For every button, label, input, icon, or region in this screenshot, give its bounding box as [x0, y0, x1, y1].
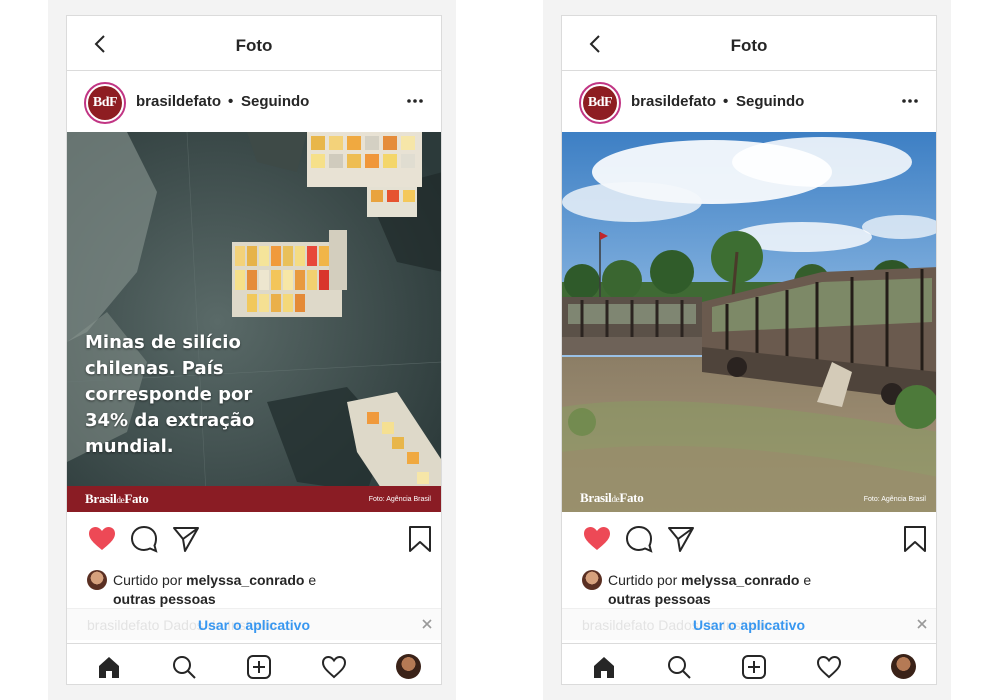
- follow-status-button[interactable]: Seguindo: [241, 93, 309, 110]
- photo-credit: Foto: Agência Brasil: [368, 496, 431, 503]
- phone-right: Foto BdF brasildefato • Seguindo Brasild…: [561, 15, 937, 685]
- likes-line: Curtido por melyssa_conrado e: [608, 572, 812, 588]
- avatar-text: BdF: [88, 86, 122, 120]
- top-nav: Foto: [562, 16, 936, 71]
- action-bar: [562, 524, 936, 564]
- top-nav: Foto: [67, 16, 441, 71]
- brand-bar: BrasildeFato Foto: Agência Brasil: [67, 486, 441, 512]
- bottom-tab-bar: [562, 643, 936, 684]
- bookmark-icon[interactable]: [900, 524, 930, 554]
- profile-icon[interactable]: [891, 654, 916, 679]
- heart-icon[interactable]: [582, 524, 612, 554]
- use-app-link[interactable]: Usar o aplicativo: [67, 617, 441, 633]
- brand-logo: BrasildeFato: [85, 491, 149, 506]
- liker-username[interactable]: melyssa_conrado: [681, 572, 799, 588]
- photo-credit: Foto: Agência Brasil: [863, 496, 926, 503]
- follow-status-button[interactable]: Seguindo: [736, 93, 804, 110]
- username-link[interactable]: brasildefato: [136, 93, 221, 110]
- more-icon[interactable]: [406, 92, 424, 110]
- close-icon[interactable]: [421, 618, 433, 630]
- post-image[interactable]: Minas de silício chilenas. País correspo…: [67, 132, 441, 512]
- post-header: BdF brasildefato • Seguindo: [67, 72, 441, 132]
- burned-buses-image: [562, 132, 936, 512]
- more-icon[interactable]: [901, 92, 919, 110]
- action-bar: [67, 524, 441, 564]
- search-icon[interactable]: [171, 654, 197, 680]
- avatar-text: BdF: [583, 86, 617, 120]
- close-icon[interactable]: [916, 618, 928, 630]
- home-icon[interactable]: [96, 654, 122, 680]
- use-app-link[interactable]: Usar o aplicativo: [562, 617, 936, 633]
- share-icon[interactable]: [171, 524, 201, 554]
- liker-username[interactable]: melyssa_conrado: [186, 572, 304, 588]
- app-banner: brasildefato Dados do Instituto... Usar …: [67, 608, 441, 640]
- avatar[interactable]: BdF: [579, 82, 621, 124]
- app-banner: brasildefato Dados do Instituto... Usar …: [562, 608, 936, 640]
- activity-icon[interactable]: [321, 654, 347, 680]
- home-icon[interactable]: [591, 654, 617, 680]
- separator-dot: •: [228, 93, 234, 110]
- brand-logo: BrasildeFato: [580, 490, 644, 505]
- comment-icon[interactable]: [624, 524, 654, 554]
- username-link[interactable]: brasildefato: [631, 93, 716, 110]
- image-caption: Minas de silício chilenas. País correspo…: [85, 332, 255, 457]
- liker-avatar[interactable]: [87, 570, 107, 590]
- likes-line: Curtido por melyssa_conrado e: [113, 572, 317, 588]
- add-icon[interactable]: [741, 654, 767, 680]
- separator-dot: •: [723, 93, 729, 110]
- post-header: BdF brasildefato • Seguindo: [562, 72, 936, 132]
- add-icon[interactable]: [246, 654, 272, 680]
- page-title: Foto: [730, 36, 768, 55]
- search-icon[interactable]: [666, 654, 692, 680]
- bottom-tab-bar: [67, 643, 441, 684]
- profile-icon[interactable]: [396, 654, 421, 679]
- phone-left: Foto BdF brasildefato • Seguindo Minas d…: [66, 15, 442, 685]
- heart-icon[interactable]: [87, 524, 117, 554]
- brand-overlay: BrasildeFato Foto: Agência Brasil: [562, 486, 936, 512]
- post-image[interactable]: BrasildeFato Foto: Agência Brasil: [562, 132, 936, 512]
- page-title: Foto: [235, 36, 273, 55]
- likes-others[interactable]: outras pessoas: [608, 591, 711, 607]
- avatar[interactable]: BdF: [84, 82, 126, 124]
- comment-icon[interactable]: [129, 524, 159, 554]
- liker-avatar[interactable]: [582, 570, 602, 590]
- likes-others[interactable]: outras pessoas: [113, 591, 216, 607]
- activity-icon[interactable]: [816, 654, 842, 680]
- bookmark-icon[interactable]: [405, 524, 435, 554]
- share-icon[interactable]: [666, 524, 696, 554]
